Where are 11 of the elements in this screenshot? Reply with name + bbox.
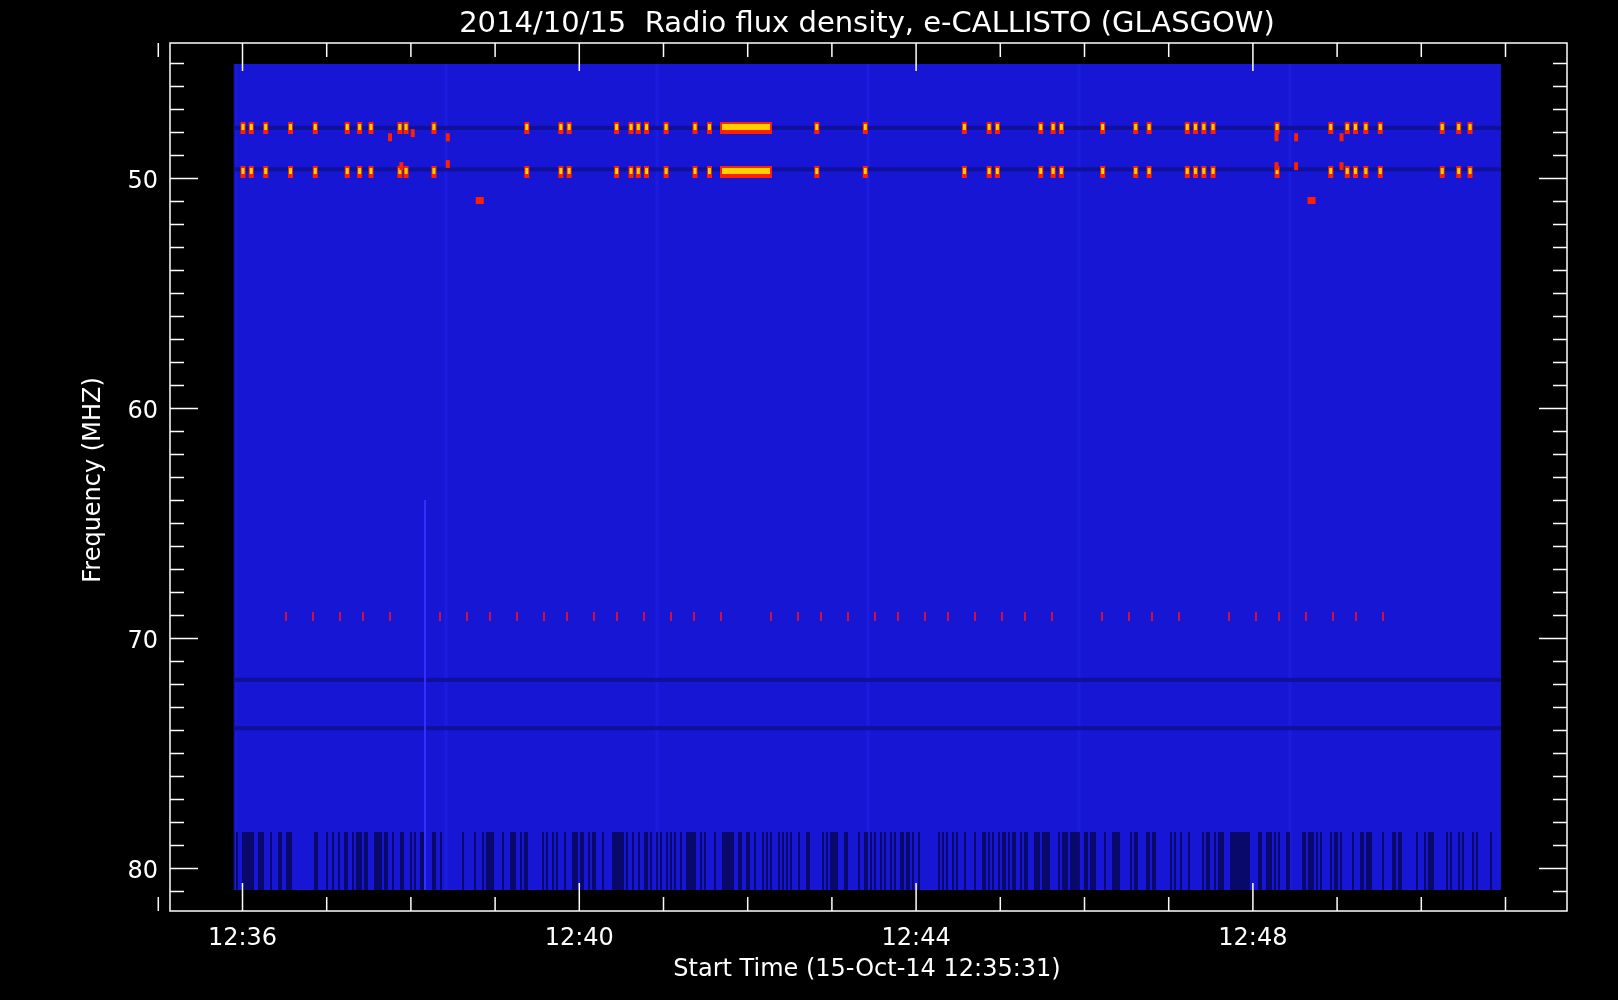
tick-label: 12:36 [207,923,278,951]
axis-label: Frequency (MHZ) [78,377,106,583]
tick-label: 12:44 [881,923,951,951]
tick-label: 60 [127,395,158,424]
tick-label: 12:40 [544,923,614,951]
tick-label: 80 [127,855,158,884]
tick-label: 12:48 [1218,923,1288,951]
tick-label: 70 [127,625,158,654]
axis-label: Start Time (15-Oct-14 12:35:31) [673,954,1061,982]
plot-title: 2014/10/15 Radio flux density, e-CALLISTO (GLASGOW) [459,5,1275,39]
tick-label: 50 [127,165,158,194]
